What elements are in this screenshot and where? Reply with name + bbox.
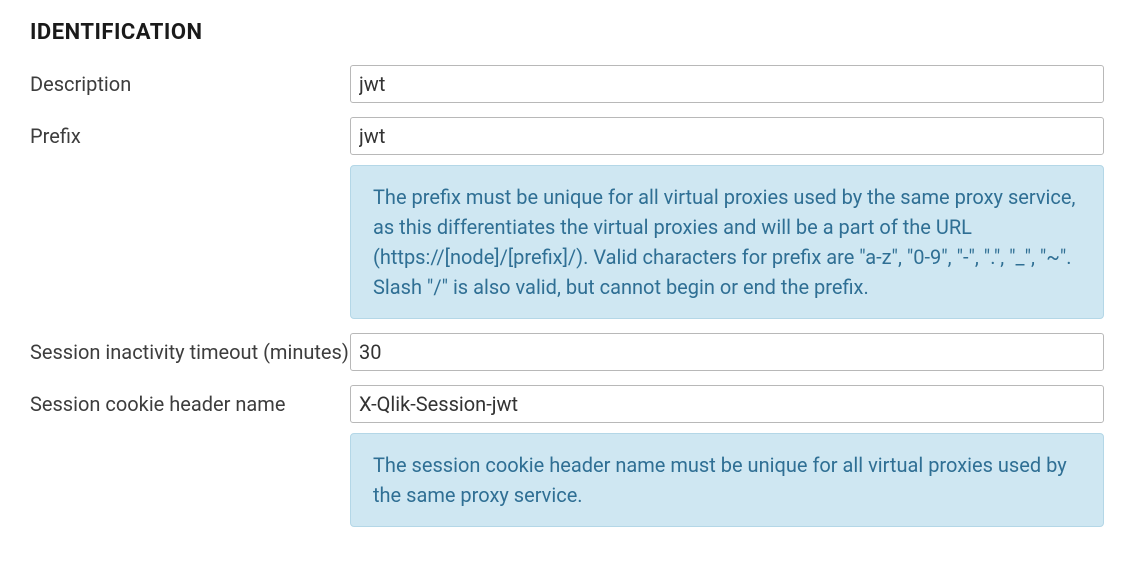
description-field-wrap (350, 65, 1104, 103)
session-cookie-input[interactable] (350, 385, 1104, 423)
session-timeout-input[interactable] (350, 333, 1104, 371)
session-cookie-field-wrap: The session cookie header name must be u… (350, 385, 1104, 527)
identification-heading: IDENTIFICATION (30, 20, 1104, 45)
prefix-input[interactable] (350, 117, 1104, 155)
description-row: Description (30, 65, 1104, 103)
session-timeout-field-wrap (350, 333, 1104, 371)
session-cookie-row: Session cookie header name The session c… (30, 385, 1104, 527)
session-timeout-row: Session inactivity timeout (minutes) (30, 333, 1104, 371)
session-cookie-label: Session cookie header name (30, 385, 350, 418)
prefix-help: The prefix must be unique for all virtua… (350, 165, 1104, 319)
session-cookie-help: The session cookie header name must be u… (350, 433, 1104, 527)
description-input[interactable] (350, 65, 1104, 103)
prefix-field-wrap: The prefix must be unique for all virtua… (350, 117, 1104, 319)
description-label: Description (30, 65, 350, 98)
session-timeout-label: Session inactivity timeout (minutes) (30, 333, 350, 366)
prefix-row: Prefix The prefix must be unique for all… (30, 117, 1104, 319)
prefix-label: Prefix (30, 117, 350, 150)
